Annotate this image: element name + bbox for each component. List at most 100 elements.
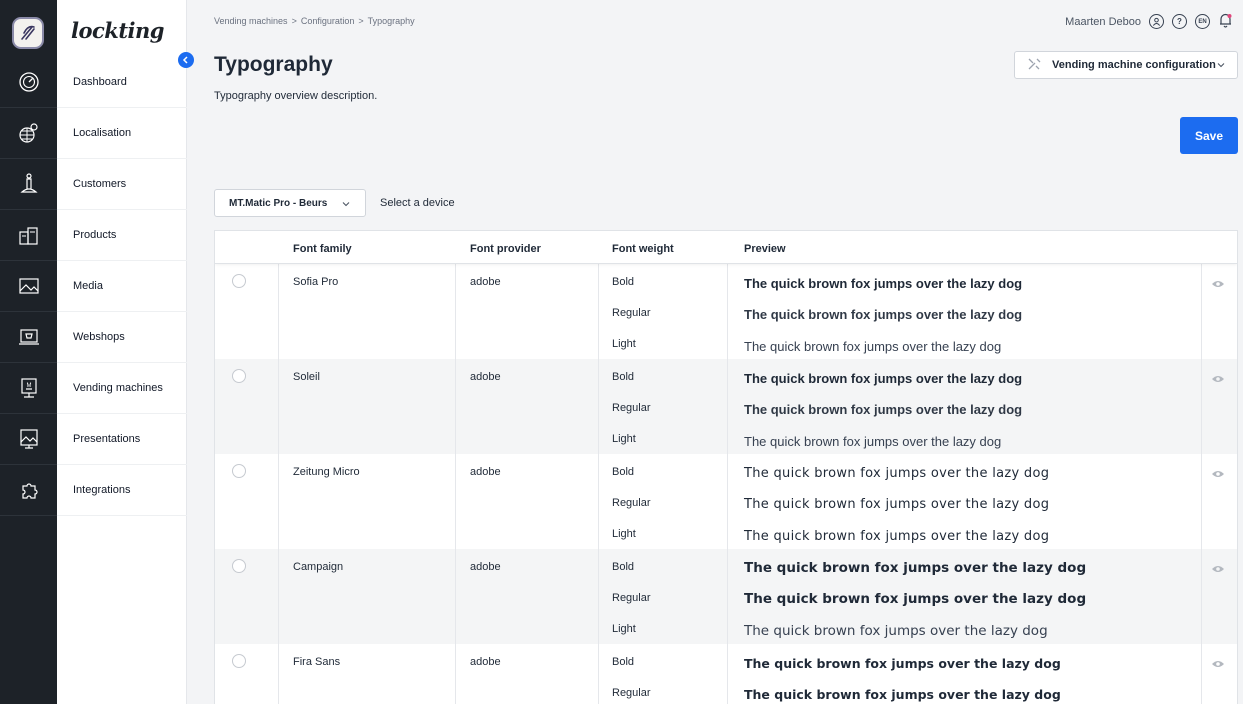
font-weight-cell: Bold [612, 656, 635, 668]
font-family-cell: Sofia Pro [293, 276, 339, 288]
font-family-cell: Soleil [293, 371, 320, 383]
table-row: Soleil adobe Bold Regular Light The quic… [215, 359, 1237, 454]
sidebar-item-presentations[interactable]: Presentations [57, 414, 187, 465]
font-preview-text: The quick brown fox jumps over the lazy … [744, 434, 1002, 449]
table-row: Zeitung Micro adobe Bold Regular Light T… [215, 454, 1237, 549]
font-preview-text: The quick brown fox jumps over the lazy … [744, 307, 1023, 322]
sidebar-nav: lockting Dashboard Localisation Customer… [57, 0, 187, 704]
sidebar-item-webshops[interactable]: Webshops [57, 312, 187, 363]
vending-machine-icon[interactable]: M [0, 363, 57, 414]
font-preview-text: The quick brown fox jumps over the lazy … [744, 656, 1061, 671]
svg-text:M: M [26, 383, 31, 389]
font-weight-cell: Bold [612, 276, 635, 288]
save-button[interactable]: Save [1180, 117, 1238, 154]
configuration-select-value: Vending machine configuration [1052, 59, 1216, 71]
font-provider-cell: adobe [470, 561, 501, 573]
font-select-radio[interactable] [232, 464, 246, 478]
user-avatar-icon[interactable] [1149, 14, 1164, 29]
sidebar-item-integrations[interactable]: Integrations [57, 465, 187, 516]
language-button[interactable]: EN [1195, 14, 1210, 29]
breadcrumb: Vending machines > Configuration > Typog… [214, 16, 415, 26]
puzzle-icon[interactable] [0, 465, 57, 516]
breadcrumb-vending-machines[interactable]: Vending machines [214, 16, 288, 26]
font-preview-text: The quick brown fox jumps over the lazy … [744, 402, 1023, 417]
column-header-font-family: Font family [293, 243, 352, 255]
font-weight-cell: Bold [612, 561, 635, 573]
presentation-icon[interactable] [0, 414, 57, 465]
table-row: Fira Sans adobe Bold Regular The quick b… [215, 644, 1237, 704]
device-select-value: MT.Matic Pro - Beurs [229, 197, 328, 209]
font-weight-cell: Light [612, 338, 636, 350]
font-preview-text: The quick brown fox jumps over the lazy … [744, 623, 1048, 639]
help-icon[interactable]: ? [1172, 14, 1187, 29]
chevron-down-icon [341, 199, 351, 212]
breadcrumb-configuration[interactable]: Configuration [301, 16, 355, 26]
chevron-left-icon [182, 56, 188, 64]
icon-rail: M [0, 0, 57, 704]
font-weight-cell: Bold [612, 466, 635, 478]
font-family-cell: Fira Sans [293, 656, 341, 668]
sidebar-item-dashboard[interactable]: Dashboard [57, 57, 187, 108]
sidebar-item-customers[interactable]: Customers [57, 159, 187, 210]
font-select-radio[interactable] [232, 274, 246, 288]
sidebar-item-products[interactable]: Products [57, 210, 187, 261]
device-select[interactable]: MT.Matic Pro - Beurs [214, 189, 366, 217]
configuration-select[interactable]: Vending machine configuration [1014, 51, 1238, 79]
column-header-preview: Preview [744, 243, 786, 255]
font-preview-text: The quick brown fox jumps over the lazy … [744, 276, 1023, 291]
font-preview-text: The quick brown fox jumps over the lazy … [744, 687, 1061, 702]
dashboard-icon[interactable] [0, 57, 57, 108]
sidebar-item-vending-machines[interactable]: Vending machines [57, 363, 187, 414]
font-preview-text: The quick brown fox jumps over the lazy … [744, 339, 1002, 354]
font-preview-text: The quick brown fox jumps over the lazy … [744, 466, 1050, 481]
collapse-sidebar-button[interactable] [178, 52, 194, 68]
chevron-down-icon [1216, 60, 1226, 73]
device-select-label: Select a device [380, 197, 455, 209]
page-title: Typography [214, 53, 333, 76]
font-weight-cell: Regular [612, 497, 651, 509]
webshop-icon[interactable] [0, 312, 57, 363]
breadcrumb-separator: > [291, 16, 297, 26]
font-select-radio[interactable] [232, 559, 246, 573]
eye-icon[interactable] [1211, 371, 1225, 389]
table-header: Font family Font provider Font weight Pr… [215, 231, 1237, 264]
font-preview-text: The quick brown fox jumps over the lazy … [744, 591, 1087, 607]
font-weight-cell: Light [612, 528, 636, 540]
font-weight-cell: Light [612, 623, 636, 635]
font-preview-text: The quick brown fox jumps over the lazy … [744, 371, 1023, 386]
eye-icon[interactable] [1211, 276, 1225, 294]
table-row: Campaign adobe Bold Regular Light The qu… [215, 549, 1237, 644]
font-preview-text: The quick brown fox jumps over the lazy … [744, 497, 1050, 512]
app-logo-icon[interactable] [12, 17, 44, 49]
notification-bell-icon[interactable] [1218, 12, 1233, 31]
brand-logo: lockting [71, 18, 164, 43]
font-weight-cell: Regular [612, 402, 651, 414]
font-preview-text: The quick brown fox jumps over the lazy … [744, 560, 1087, 576]
font-provider-cell: adobe [470, 466, 501, 478]
font-select-radio[interactable] [232, 369, 246, 383]
eye-icon[interactable] [1211, 561, 1225, 579]
font-provider-cell: adobe [470, 276, 501, 288]
eye-icon[interactable] [1211, 466, 1225, 484]
main-content: Vending machines > Configuration > Typog… [187, 0, 1243, 704]
products-icon[interactable] [0, 210, 57, 261]
user-name[interactable]: Maarten Deboo [1065, 16, 1141, 28]
column-header-font-provider: Font provider [470, 243, 541, 255]
sidebar-item-media[interactable]: Media [57, 261, 187, 312]
breadcrumb-separator: > [358, 16, 364, 26]
typography-table: Font family Font provider Font weight Pr… [214, 230, 1238, 704]
settings-tools-icon [1027, 57, 1042, 74]
font-preview-text: The quick brown fox jumps over the lazy … [744, 529, 1050, 544]
globe-icon[interactable] [0, 108, 57, 159]
font-weight-cell: Bold [612, 371, 635, 383]
column-header-font-weight: Font weight [612, 243, 674, 255]
sidebar-item-localisation[interactable]: Localisation [57, 108, 187, 159]
media-icon[interactable] [0, 261, 57, 312]
font-weight-cell: Light [612, 433, 636, 445]
font-weight-cell: Regular [612, 592, 651, 604]
page-description: Typography overview description. [214, 90, 378, 102]
font-select-radio[interactable] [232, 654, 246, 668]
customers-icon[interactable] [0, 159, 57, 210]
eye-icon[interactable] [1211, 656, 1225, 674]
table-row: Sofia Pro adobe Bold Regular Light The q… [215, 264, 1237, 359]
